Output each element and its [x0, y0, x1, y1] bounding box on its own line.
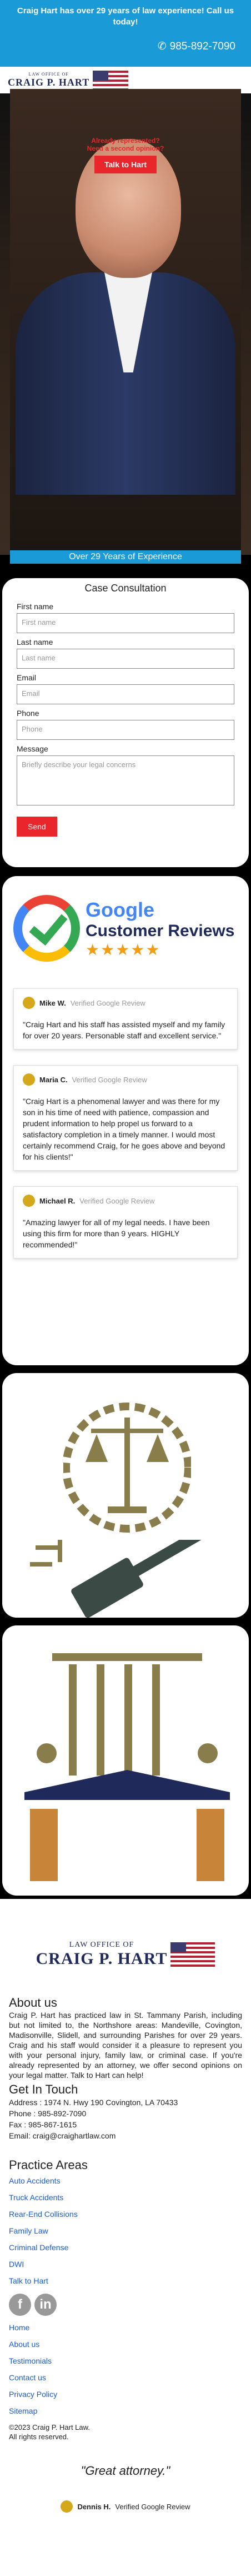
- footer-logo[interactable]: LAW OFFICE OF CRAIG P. HART: [9, 1899, 242, 1982]
- contact-info: Address : 1974 N. Hwy 190 Covington, LA …: [9, 2097, 242, 2141]
- footer-link-about[interactable]: About us: [9, 2336, 242, 2353]
- footer-link-home[interactable]: Home: [9, 2319, 242, 2336]
- about-text: Craig P. Hart has practiced law in St. T…: [9, 2011, 242, 2080]
- footer-nav: Home About us Testimonials Contact us Pr…: [9, 2319, 242, 2419]
- practice-link-family-law[interactable]: Family Law: [9, 2222, 242, 2239]
- reviewer-name: Michael R.: [39, 1196, 76, 1205]
- rating-stars: ★★★★★: [86, 941, 161, 958]
- reviewer-avatar: [23, 997, 35, 1009]
- footer-link-testimonials[interactable]: Testimonials: [9, 2353, 242, 2369]
- phone-number: 985-892-7090: [169, 40, 235, 52]
- gavel-icon: [30, 1540, 211, 1618]
- courthouse-pillar-icon: [24, 1653, 230, 1881]
- phone-link[interactable]: ✆ 985-892-7090: [8, 40, 243, 53]
- phone-icon: ✆: [157, 41, 167, 52]
- quote-attribution: Dennis H. Verified Google Review: [9, 2500, 242, 2513]
- reviewer-name: Mike W.: [39, 998, 66, 1007]
- google-reviews-header: Google Customer Reviews ★★★★★: [13, 884, 238, 973]
- review-card: Mike W. Verified Google Review "Craig Har…: [13, 988, 238, 1050]
- us-flag-icon: [170, 1942, 215, 1967]
- experience-banner: Over 29 Years of Experience: [10, 550, 241, 564]
- footer-logo-line2: CRAIG P. HART: [36, 1950, 168, 1968]
- social-icons: f in: [9, 2294, 242, 2316]
- practice-link-talk-to-hart[interactable]: Talk to Hart: [9, 2272, 242, 2289]
- verified-label: Verified Google Review: [79, 1196, 155, 1205]
- review-card: Maria C. Verified Google Review "Craig Ha…: [13, 1065, 238, 1171]
- talk-to-hart-button[interactable]: Talk to Hart: [94, 156, 157, 173]
- reviews-section: Google Customer Reviews ★★★★★ Mike W. Ver…: [2, 876, 249, 1365]
- practice-areas-heading: Practice Areas: [9, 2158, 88, 2172]
- message-label: Message: [17, 744, 48, 753]
- review-text: "Amazing lawyer for all of my legal need…: [23, 1218, 210, 1249]
- last-name-input[interactable]: Last name: [17, 649, 234, 669]
- footer: LAW OFFICE OF CRAIG P. HART About us Cra…: [0, 1899, 251, 2576]
- practice-link-criminal-defense[interactable]: Criminal Defense: [9, 2239, 242, 2256]
- email-label: Email: [17, 673, 37, 682]
- message-textarea[interactable]: Briefly describe your legal concerns: [17, 755, 234, 805]
- reviewer-avatar: [23, 1195, 35, 1207]
- email-input[interactable]: Email: [17, 684, 234, 704]
- featured-quote: "Great attorney.": [81, 2464, 170, 2478]
- quote-name: Dennis H.: [77, 2502, 111, 2511]
- verified-label: Verified Google Review: [72, 1075, 147, 1084]
- last-name-label: Last name: [17, 638, 53, 647]
- reviews-title: Customer Reviews: [86, 921, 235, 940]
- justice-illustration: [2, 1373, 249, 1618]
- copyright-text: ©2023 Craig P. Hart Law.: [9, 2423, 90, 2431]
- get-in-touch-heading: Get In Touch: [9, 2082, 78, 2096]
- linkedin-icon[interactable]: in: [34, 2294, 57, 2316]
- copyright: ©2023 Craig P. Hart Law. All rights rese…: [9, 2423, 242, 2441]
- form-title: Case Consultation: [84, 583, 167, 594]
- courthouse-illustration: [2, 1625, 249, 1896]
- practice-link-auto-accidents[interactable]: Auto Accidents: [9, 2172, 242, 2189]
- second-opinion-text: Need a second opinion?: [87, 145, 164, 152]
- practice-link-dwi[interactable]: DWI: [9, 2256, 242, 2272]
- address-text: Address : 1974 N. Hwy 190 Covington, LA …: [9, 2098, 178, 2107]
- site-logo[interactable]: LAW OFFICE OF CRAIG P. HART: [8, 71, 129, 89]
- experience-message: Craig Hart has over 29 years of law expe…: [17, 6, 234, 27]
- practice-areas-list: Auto Accidents Truck Accidents Rear-End …: [9, 2172, 242, 2289]
- logo-line1: LAW OFFICE OF: [28, 72, 69, 77]
- practice-link-rear-end[interactable]: Rear-End Collisions: [9, 2206, 242, 2222]
- email-text[interactable]: Email: craig@craighartlaw.com: [9, 2130, 242, 2141]
- already-represented-text: Already represented?: [91, 137, 160, 145]
- google-check-icon: [13, 895, 80, 962]
- phone-label: Phone: [17, 709, 39, 718]
- verified-label: Verified Google Review: [70, 998, 145, 1007]
- review-text: "Craig Hart and his staff has assisted m…: [23, 1020, 225, 1040]
- quote-verified: Verified Google Review: [115, 2502, 190, 2511]
- review-text: "Craig Hart is a phenomenal lawyer and w…: [23, 1097, 225, 1161]
- footer-logo-line1: LAW OFFICE OF: [69, 1941, 134, 1949]
- footer-link-contact[interactable]: Contact us: [9, 2369, 242, 2386]
- us-flag-icon: [93, 71, 129, 89]
- fax-text: Fax : 985-867-1615: [9, 2120, 77, 2129]
- consultation-form: Case Consultation First name First name …: [2, 578, 249, 867]
- top-announcement-bar: Craig Hart has over 29 years of law expe…: [0, 0, 251, 67]
- hero-cta: Already represented? Need a second opini…: [0, 137, 251, 173]
- practice-link-truck-accidents[interactable]: Truck Accidents: [9, 2189, 242, 2206]
- reviewer-avatar: [61, 2500, 73, 2513]
- reviewer-avatar: [23, 1073, 35, 1086]
- rights-text: All rights reserved.: [9, 2433, 69, 2441]
- first-name-input[interactable]: First name: [17, 613, 234, 633]
- phone-text[interactable]: Phone : 985-892-7090: [9, 2108, 242, 2119]
- review-card: Michael R. Verified Google Review "Amazin…: [13, 1186, 238, 1259]
- reviewer-name: Maria C.: [39, 1075, 68, 1084]
- footer-link-sitemap[interactable]: Sitemap: [9, 2403, 242, 2419]
- facebook-icon[interactable]: f: [9, 2294, 31, 2316]
- google-word: Google: [86, 898, 154, 921]
- send-button[interactable]: Send: [17, 817, 57, 837]
- footer-link-privacy[interactable]: Privacy Policy: [9, 2386, 242, 2403]
- first-name-label: First name: [17, 602, 54, 611]
- logo-line2: CRAIG P. HART: [8, 77, 90, 88]
- phone-input[interactable]: Phone: [17, 720, 234, 740]
- about-heading: About us: [9, 1996, 57, 2010]
- scales-of-justice-icon: [63, 1403, 191, 1533]
